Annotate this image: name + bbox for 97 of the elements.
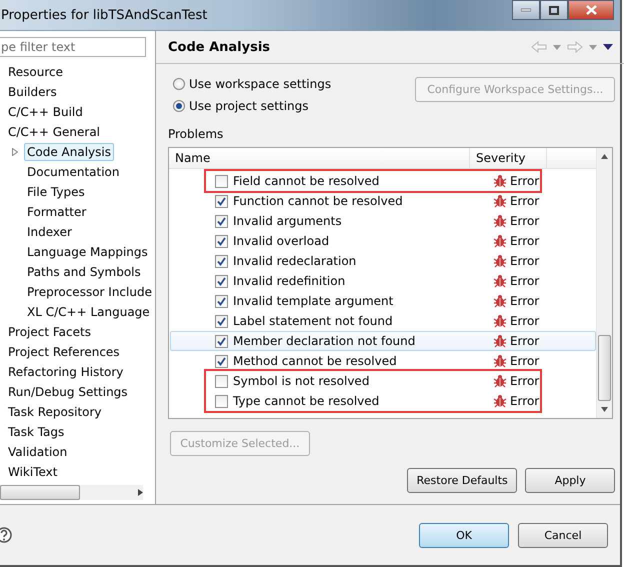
table-cell: Error [510,354,540,368]
bug-icon [492,294,507,308]
radio-label: Use project settings [188,98,309,112]
table-cell: Error [510,294,540,308]
table-cell-text: Field cannot be resolved [232,174,380,188]
tree-item[interactable]: Run/Debug Settings [5,383,131,401]
table-cell-text: Type cannot be resolved [232,394,380,408]
bug-icon [492,214,507,228]
tree-item[interactable]: Project References [5,343,123,361]
checkbox[interactable] [214,234,228,248]
checkbox[interactable] [214,294,228,308]
tree-item[interactable]: XL C/C++ Language [24,303,153,321]
scrollbar-thumb[interactable] [598,335,612,401]
checkbox[interactable] [214,214,228,228]
scroll-up-icon[interactable] [601,154,608,159]
table-cell: Error [510,334,540,348]
table-cell-text: Symbol is not resolved [232,374,370,388]
table-cell: Error [510,394,540,408]
bug-icon [492,234,507,248]
bug-icon [492,334,507,348]
tree-item[interactable]: File Types [24,183,88,201]
checkbox[interactable] [214,174,228,188]
scroll-right-icon[interactable] [138,489,143,496]
checkbox[interactable] [214,354,228,368]
tree-item[interactable]: Indexer [24,223,75,241]
tree-item[interactable]: Preprocessor Include [24,283,155,301]
checkbox[interactable] [214,374,228,388]
table-cell-text: Invalid redefinition [232,274,346,288]
radio-button[interactable] [172,78,185,90]
tree-item[interactable]: WikiText [5,463,60,481]
checkbox[interactable] [214,314,228,328]
table-cell-text: Invalid template argument [232,294,394,308]
table-cell: Error [510,274,540,288]
close-icon [586,5,596,15]
table-cell-text: Function cannot be resolved [232,194,404,208]
table-cell-text: Method cannot be resolved [232,354,398,368]
scroll-down-icon[interactable] [601,407,608,412]
tree-item[interactable]: Resource [5,63,66,81]
checkbox[interactable] [214,334,228,348]
table-cell: Error [510,194,540,208]
tree-item[interactable]: C/C++ Build [5,103,86,121]
restore-defaults-button[interactable]: Restore Defaults [407,468,518,493]
table-cell: Error [510,254,540,268]
tree-item[interactable]: Builders [5,83,60,101]
tree-item[interactable]: Project Facets [5,323,94,341]
bug-icon [492,354,507,368]
bug-icon [492,194,507,208]
checkbox[interactable] [214,394,228,408]
ok-button[interactable]: OK [419,522,509,548]
tree-item[interactable]: Refactoring History [5,363,126,381]
maximize-button[interactable] [540,0,568,20]
tree-item[interactable]: Task Tags [5,423,68,441]
scrollbar-thumb[interactable] [0,485,80,500]
radio-label: Use workspace settings [188,76,332,90]
filter-field[interactable]: pe filter text [0,37,146,57]
table-cell-text: Invalid overload [232,234,330,248]
table-cell-text: Invalid arguments [232,214,343,228]
table-cell: Error [510,374,540,388]
bug-icon [492,174,507,188]
checkbox[interactable] [214,274,228,288]
bug-icon [492,394,507,408]
minimize-icon [521,8,531,12]
bug-icon [492,274,507,288]
expand-icon[interactable] [12,148,18,156]
tree-item[interactable]: Validation [5,443,70,461]
table-cell: Error [510,314,540,328]
tree-item[interactable]: C/C++ General [5,123,104,141]
column-header[interactable]: Name [168,148,470,168]
table-cell: Error [510,214,540,228]
bug-icon [492,374,507,388]
checkbox[interactable] [214,254,228,268]
maximize-icon [549,6,559,14]
tree-item[interactable]: Paths and Symbols [24,263,144,281]
table-cell: Error [510,234,540,248]
apply-button[interactable]: Apply [525,468,616,493]
radio-button[interactable] [172,100,185,112]
tree-item[interactable]: Formatter [24,203,90,221]
tree-item[interactable]: Code Analysis [24,143,114,161]
table-cell: Error [510,174,540,188]
window-title: Properties for libTSAndScanTest [0,8,208,22]
bug-icon [492,314,507,328]
selected-row[interactable]: Member declaration not found Error [170,331,596,351]
section-label: Problems [168,127,224,141]
column-header[interactable]: Severity [470,148,547,168]
close-button[interactable] [568,0,614,20]
tree-item[interactable]: Documentation [24,163,123,181]
table-cell-text: Label statement not found [232,314,394,328]
checkbox[interactable] [214,194,228,208]
minimize-button[interactable] [512,0,540,20]
page-title: Code Analysis [168,40,270,54]
help-icon[interactable] [0,526,12,544]
tree-item[interactable]: Task Repository [5,403,105,421]
table-cell-text: Member declaration not found [232,334,416,348]
table-cell-text: Invalid redeclaration [232,254,358,268]
tree-item[interactable]: Language Mappings [24,243,151,261]
cancel-button[interactable]: Cancel [518,522,608,548]
bug-icon [492,254,507,268]
